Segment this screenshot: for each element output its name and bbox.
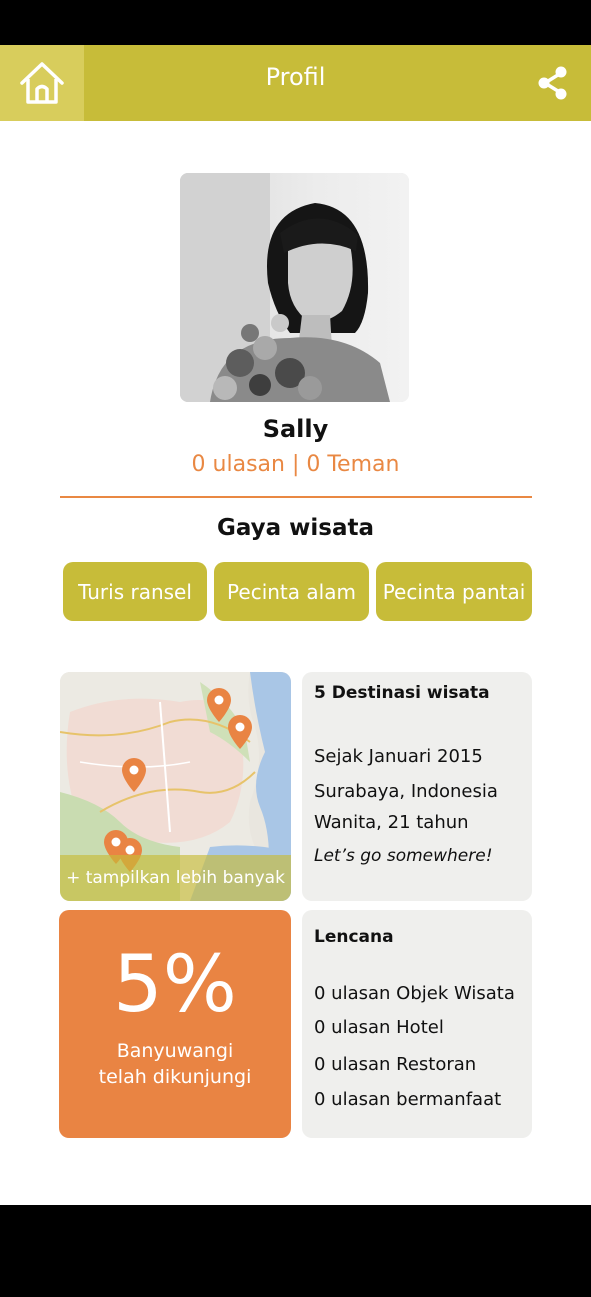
user-location: Surabaya, Indonesia bbox=[314, 781, 498, 802]
destinations-count: 5 Destinasi wisata bbox=[314, 683, 490, 703]
navigation-bar bbox=[0, 1205, 591, 1297]
share-button[interactable] bbox=[515, 45, 591, 121]
tag-pecinta-pantai[interactable]: Pecinta pantai bbox=[376, 562, 532, 621]
badge-item: 0 ulasan Restoran bbox=[314, 1054, 477, 1075]
badge-item: 0 ulasan Hotel bbox=[314, 1017, 444, 1038]
tag-turis-ransel[interactable]: Turis ransel bbox=[63, 562, 207, 621]
visited-label: Banyuwangi telah dikunjungi bbox=[59, 1038, 291, 1090]
avatar[interactable] bbox=[180, 173, 409, 402]
profile-photo bbox=[180, 173, 409, 402]
app-header: Profil bbox=[0, 45, 591, 121]
travel-style-title: Gaya wisata bbox=[216, 515, 375, 541]
share-icon bbox=[538, 66, 567, 100]
status-bar bbox=[0, 0, 591, 45]
user-gender-age: Wanita, 21 tahun bbox=[314, 812, 469, 833]
page-title: Profil bbox=[265, 63, 326, 91]
map-card[interactable]: + tampilkan lebih banyak bbox=[60, 672, 291, 901]
badges-title: Lencana bbox=[314, 927, 394, 947]
badge-item: 0 ulasan Objek Wisata bbox=[314, 983, 515, 1004]
visited-percent-card: 5% Banyuwangi telah dikunjungi bbox=[59, 910, 291, 1138]
visited-label-line2: telah dikunjungi bbox=[98, 1066, 252, 1088]
badges-card: Lencana 0 ulasan Objek Wisata 0 ulasan H… bbox=[302, 910, 532, 1138]
tag-pecinta-alam[interactable]: Pecinta alam bbox=[214, 562, 369, 621]
visited-percent: 5% bbox=[113, 940, 237, 1030]
show-more-link[interactable]: + tampilkan lebih banyak bbox=[60, 855, 291, 901]
user-name: Sally bbox=[262, 415, 329, 443]
visited-label-line1: Banyuwangi bbox=[116, 1040, 234, 1062]
info-card: 5 Destinasi wisata Sejak Januari 2015 Su… bbox=[302, 672, 532, 901]
user-stats[interactable]: 0 ulasan | 0 Teman bbox=[0, 452, 591, 477]
member-since: Sejak Januari 2015 bbox=[314, 746, 483, 767]
user-motto: Let’s go somewhere! bbox=[314, 846, 493, 866]
divider bbox=[60, 496, 532, 498]
badge-item: 0 ulasan bermanfaat bbox=[314, 1089, 502, 1110]
profile-screen: Profil Sally 0 ulasan | 0 Teman Gaya wis… bbox=[0, 45, 591, 1205]
